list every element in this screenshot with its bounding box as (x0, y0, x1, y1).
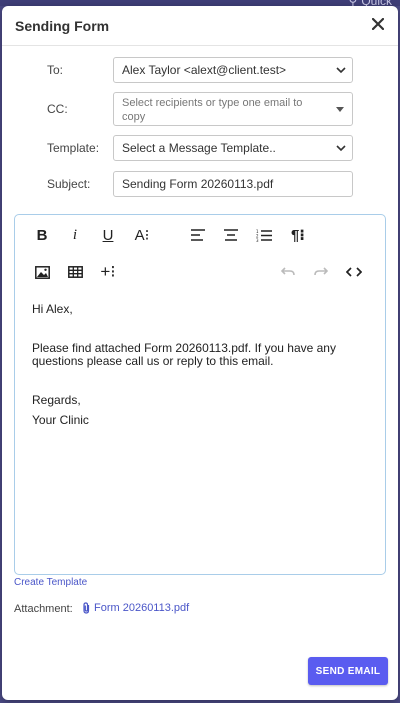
modal-title: Sending Form (15, 18, 110, 34)
bold-button[interactable]: B (29, 222, 55, 248)
align-left-icon (191, 229, 205, 241)
template-select[interactable]: Select a Message Template.. (113, 135, 353, 161)
insert-more-button[interactable]: +⁝ (95, 259, 121, 285)
chevron-down-icon (336, 145, 346, 152)
greeting-text: Hi Alex, (32, 302, 73, 316)
template-label: Template: (47, 141, 100, 155)
send-email-button[interactable]: SEND EMAIL (308, 657, 388, 685)
close-icon (372, 18, 384, 30)
undo-icon (281, 267, 295, 276)
caret-down-icon (336, 107, 344, 112)
table-icon (67, 266, 83, 278)
attachment-link[interactable]: Form 20260113.pdf (82, 602, 189, 614)
cc-label: CC: (47, 102, 68, 116)
insert-image-button[interactable] (29, 259, 55, 285)
font-options-button[interactable]: A⁝ (129, 222, 155, 248)
to-value: Alex Taylor <alext@client.test> (122, 63, 287, 77)
to-row: To: Alex Taylor <alext@client.test> (2, 57, 398, 83)
message-editor[interactable]: B i U A⁝ 1 2 3 ¶⁝ +⁝ Hi Alex, Please fin… (14, 214, 386, 575)
undo-button[interactable] (275, 259, 301, 285)
cc-recipient-input[interactable]: Select recipients or type one email to c… (113, 92, 353, 126)
signature-text: Your Clinic (32, 413, 89, 427)
template-value: Select a Message Template.. (122, 141, 276, 155)
redo-icon (314, 267, 328, 276)
align-left-button[interactable] (185, 222, 211, 248)
close-button[interactable] (368, 14, 388, 34)
header-divider (2, 45, 398, 46)
svg-text:3: 3 (256, 238, 259, 242)
italic-button[interactable]: i (62, 222, 88, 248)
align-center-button[interactable] (218, 222, 244, 248)
underline-button[interactable]: U (95, 222, 121, 248)
subject-label: Subject: (47, 177, 91, 191)
ordered-list-button[interactable]: 1 2 3 (251, 222, 277, 248)
subject-row: Subject: Sending Form 20260113.pdf (2, 171, 398, 197)
subject-input[interactable]: Sending Form 20260113.pdf (113, 171, 353, 197)
chevron-down-icon (336, 67, 346, 74)
to-select[interactable]: Alex Taylor <alext@client.test> (113, 57, 353, 83)
image-icon (34, 265, 50, 279)
insert-table-button[interactable] (62, 259, 88, 285)
code-view-button[interactable] (341, 259, 367, 285)
paperclip-icon (83, 602, 90, 614)
send-form-modal: Sending Form To: Alex Taylor <alext@clie… (2, 6, 398, 700)
redo-button[interactable] (308, 259, 334, 285)
ordered-list-icon: 1 2 3 (256, 229, 272, 242)
editor-content[interactable]: Hi Alex, Please find attached Form 20260… (32, 303, 371, 427)
align-center-icon (224, 229, 238, 241)
code-icon (346, 267, 362, 277)
to-label: To: (47, 63, 64, 77)
attachment-label: Attachment: (14, 603, 73, 615)
cc-row: CC: Select recipients or type one email … (2, 92, 398, 126)
regards-text: Regards, (32, 393, 81, 407)
subject-value: Sending Form 20260113.pdf (122, 177, 274, 191)
template-row: Template: Select a Message Template.. (2, 135, 398, 161)
attachment-filename: Form 20260113.pdf (94, 602, 190, 614)
cc-placeholder: Select recipients or type one email to c… (122, 97, 303, 123)
paragraph-format-button[interactable]: ¶⁝ (285, 222, 311, 248)
create-template-link[interactable]: Create Template (14, 577, 87, 588)
body-text: Please find attached Form 20260113.pdf. … (32, 341, 336, 368)
